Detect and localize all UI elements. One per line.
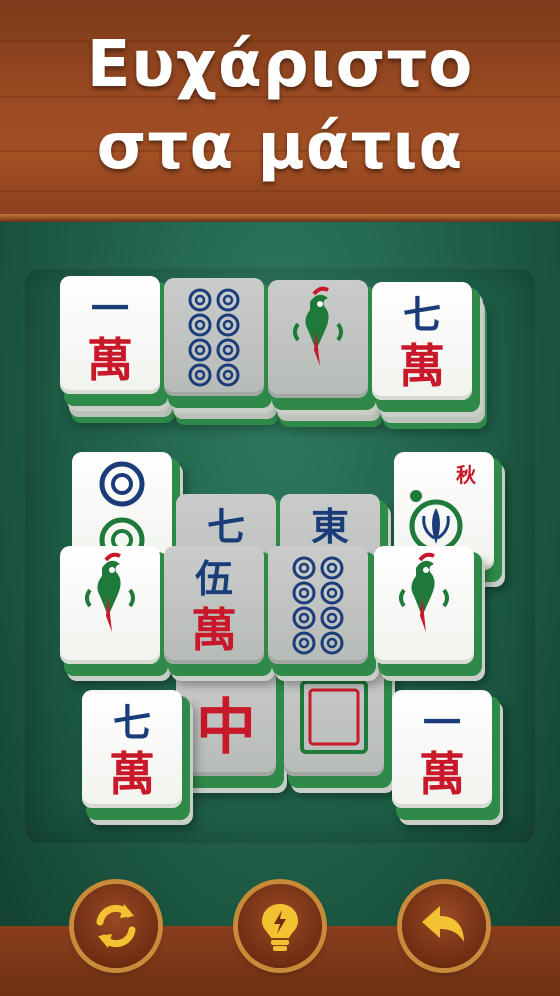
game-screen: Ευχάριστο στα μάτια 七 萬 東 萬 秋	[0, 0, 560, 996]
shuffle-button[interactable]	[74, 884, 158, 968]
tile-symbol	[292, 556, 344, 655]
tile-face: 伍 萬	[164, 546, 264, 664]
mahjong-tile-char[interactable]: 一 萬	[60, 276, 168, 406]
tile-number: 東	[311, 504, 349, 549]
tile-face	[374, 546, 474, 664]
tile-number: 伍	[195, 556, 233, 601]
tile-symbol	[188, 288, 240, 387]
mahjong-tile-char[interactable]: 一 萬	[392, 690, 500, 820]
lightbulb-icon	[262, 904, 298, 951]
tile-symbol	[399, 552, 449, 632]
tile-symbol: 七 萬	[109, 700, 155, 801]
tile-wan: 萬	[109, 747, 155, 801]
tile-face: 一 萬	[392, 690, 492, 808]
tile-face: 一 萬	[60, 276, 160, 394]
undo-button[interactable]	[402, 884, 486, 968]
mahjong-tile-char[interactable]: 七 萬	[372, 282, 480, 412]
tile-face: 七 萬	[82, 690, 182, 808]
tile-face	[268, 280, 368, 398]
tile-wan: 萬	[419, 747, 465, 801]
tile-face	[268, 546, 368, 664]
shuffle-icon	[96, 904, 136, 948]
undo-icon	[422, 906, 464, 942]
mahjong-tile-char[interactable]: 伍 萬	[164, 546, 272, 676]
mahjong-tile-char[interactable]: 七 萬	[82, 690, 190, 820]
tile-number: 七	[403, 292, 441, 337]
wood-banner: Ευχάριστο στα μάτια	[0, 0, 560, 222]
tile-number: 七	[207, 504, 245, 549]
tile-face: 七 萬	[372, 282, 472, 400]
mahjong-tile-dots8[interactable]	[268, 546, 376, 676]
tile-number: 七	[113, 700, 151, 745]
mahjong-tile-bird[interactable]	[374, 546, 482, 676]
banner-title-line1: Ευχάριστο	[86, 28, 474, 102]
mahjong-tile-dots8[interactable]	[164, 278, 272, 408]
tile-face	[60, 546, 160, 664]
tile-symbol: 一 萬	[87, 286, 133, 387]
tile-wan: 萬	[191, 603, 237, 657]
tile-zhong: 中	[196, 693, 256, 763]
mahjong-tile-white[interactable]	[284, 658, 392, 788]
tile-symbol: 伍 萬	[191, 556, 237, 657]
tile-symbol	[293, 286, 343, 366]
tile-symbol: 一 萬	[419, 700, 465, 801]
tile-number: 一	[91, 286, 129, 331]
tile-mark: 秋	[456, 463, 477, 487]
hint-button[interactable]	[238, 884, 322, 968]
mahjong-tile-bird[interactable]	[60, 546, 168, 676]
tile-symbol: 七 萬	[399, 292, 445, 393]
tile-face	[164, 278, 264, 396]
mahjong-tile-red[interactable]: 中	[176, 658, 284, 788]
mahjong-tile-bird[interactable]	[268, 280, 376, 410]
banner-title-line2: στα μάτια	[96, 110, 464, 184]
tile-number: 一	[423, 700, 461, 745]
tile-wan: 萬	[399, 339, 445, 393]
tile-symbol	[85, 552, 135, 632]
tile-wan: 萬	[87, 333, 133, 387]
